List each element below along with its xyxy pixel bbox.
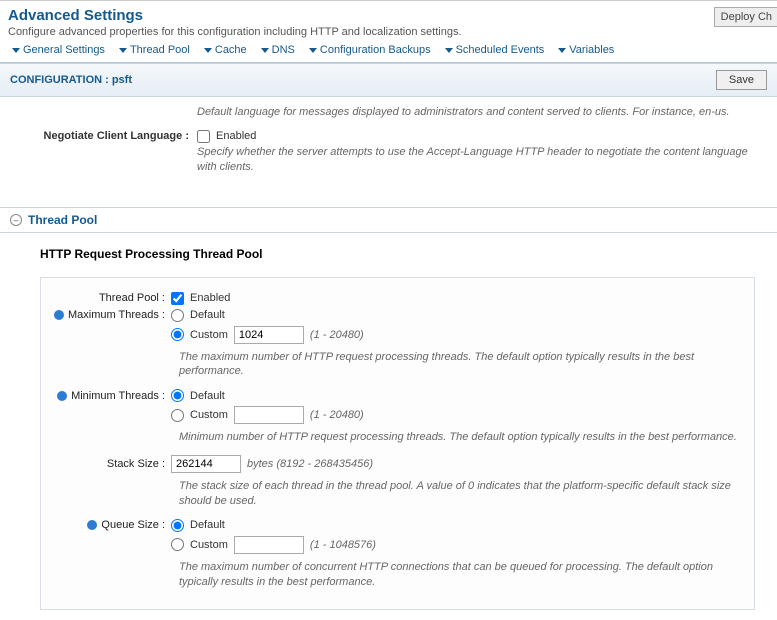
min-threads-desc: Minimum number of HTTP request processin… bbox=[51, 428, 744, 455]
section-thread-pool-header[interactable]: – Thread Pool bbox=[0, 207, 777, 233]
stack-size-desc: The stack size of each thread in the thr… bbox=[51, 477, 744, 519]
tab-thread-pool[interactable]: Thread Pool bbox=[119, 44, 190, 56]
tab-label: General Settings bbox=[23, 44, 105, 56]
chevron-down-icon bbox=[445, 48, 453, 53]
tab-variables[interactable]: Variables bbox=[558, 44, 614, 56]
thread-pool-enabled-checkbox[interactable] bbox=[171, 292, 184, 305]
tab-scheduled-events[interactable]: Scheduled Events bbox=[445, 44, 545, 56]
stack-size-range: bytes (8192 - 268435456) bbox=[247, 458, 373, 470]
queue-size-desc: The maximum number of concurrent HTTP co… bbox=[51, 558, 744, 600]
queue-size-label: Queue Size : bbox=[101, 519, 165, 531]
chevron-down-icon bbox=[261, 48, 269, 53]
default-label: Default bbox=[190, 309, 225, 321]
tab-row: General Settings Thread Pool Cache DNS C… bbox=[8, 44, 769, 60]
chevron-down-icon bbox=[119, 48, 127, 53]
sub-section-title: HTTP Request Processing Thread Pool bbox=[40, 247, 755, 261]
max-threads-range: (1 - 20480) bbox=[310, 329, 364, 341]
negotiate-language-label: Negotiate Client Language : bbox=[44, 130, 189, 142]
stack-size-input[interactable] bbox=[171, 455, 241, 473]
queue-size-default-radio[interactable] bbox=[171, 519, 184, 532]
max-threads-input[interactable] bbox=[234, 326, 304, 344]
max-threads-label: Maximum Threads : bbox=[68, 309, 165, 321]
page-subtitle: Configure advanced properties for this c… bbox=[8, 26, 769, 38]
thread-pool-panel: Thread Pool : Enabled Maximum Threads : … bbox=[40, 277, 755, 611]
min-threads-range: (1 - 20480) bbox=[310, 409, 364, 421]
stack-size-label: Stack Size : bbox=[107, 458, 165, 470]
custom-label: Custom bbox=[190, 539, 228, 551]
restart-required-icon bbox=[57, 391, 67, 401]
chevron-down-icon bbox=[558, 48, 566, 53]
restart-required-icon bbox=[87, 520, 97, 530]
chevron-down-icon bbox=[309, 48, 317, 53]
chevron-down-icon bbox=[204, 48, 212, 53]
deploy-button[interactable]: Deploy Ch bbox=[714, 7, 777, 27]
configuration-name: CONFIGURATION : psft bbox=[10, 74, 132, 86]
thread-pool-label: Thread Pool : bbox=[99, 292, 165, 304]
queue-size-custom-radio[interactable] bbox=[171, 538, 184, 551]
custom-label: Custom bbox=[190, 329, 228, 341]
min-threads-input[interactable] bbox=[234, 406, 304, 424]
collapse-icon: – bbox=[10, 214, 22, 226]
min-threads-default-radio[interactable] bbox=[171, 389, 184, 402]
default-label: Default bbox=[190, 519, 225, 531]
min-threads-custom-radio[interactable] bbox=[171, 409, 184, 422]
queue-size-range: (1 - 1048576) bbox=[310, 539, 376, 551]
max-threads-desc: The maximum number of HTTP request proce… bbox=[51, 348, 744, 390]
save-button[interactable]: Save bbox=[716, 70, 767, 90]
chevron-down-icon bbox=[12, 48, 20, 53]
tab-label: Thread Pool bbox=[130, 44, 190, 56]
tab-dns[interactable]: DNS bbox=[261, 44, 295, 56]
default-language-desc: Default language for messages displayed … bbox=[197, 106, 730, 118]
tab-label: Configuration Backups bbox=[320, 44, 431, 56]
enabled-label: Enabled bbox=[190, 292, 230, 304]
tab-cache[interactable]: Cache bbox=[204, 44, 247, 56]
tab-label: DNS bbox=[272, 44, 295, 56]
default-label: Default bbox=[190, 390, 225, 402]
negotiate-language-checkbox[interactable] bbox=[197, 130, 210, 143]
custom-label: Custom bbox=[190, 409, 228, 421]
tab-label: Variables bbox=[569, 44, 614, 56]
negotiate-language-desc: Specify whether the server attempts to u… bbox=[197, 146, 748, 173]
tab-label: Scheduled Events bbox=[456, 44, 545, 56]
tab-general[interactable]: General Settings bbox=[12, 44, 105, 56]
max-threads-custom-radio[interactable] bbox=[171, 328, 184, 341]
restart-required-icon bbox=[54, 310, 64, 320]
page-title: Advanced Settings bbox=[8, 7, 769, 24]
section-title: Thread Pool bbox=[28, 213, 97, 227]
min-threads-label: Minimum Threads : bbox=[71, 390, 165, 402]
tab-config-backups[interactable]: Configuration Backups bbox=[309, 44, 431, 56]
queue-size-input[interactable] bbox=[234, 536, 304, 554]
tab-label: Cache bbox=[215, 44, 247, 56]
enabled-label: Enabled bbox=[216, 130, 256, 142]
max-threads-default-radio[interactable] bbox=[171, 309, 184, 322]
